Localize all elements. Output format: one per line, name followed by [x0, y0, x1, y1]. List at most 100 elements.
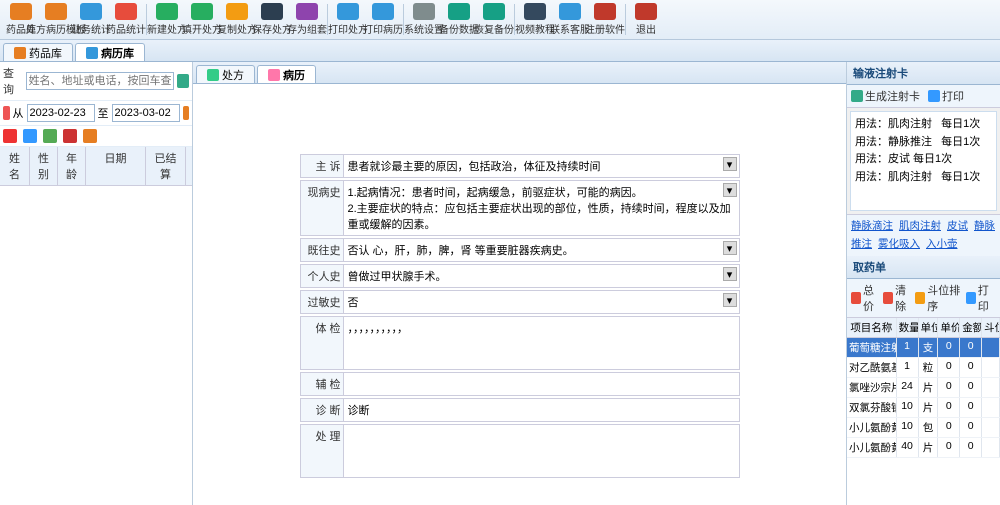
- biz-stats-label: 业务统计: [71, 21, 111, 36]
- contact-button[interactable]: 联系客服: [553, 2, 587, 37]
- personal-dropdown-icon[interactable]: ▾: [723, 267, 737, 281]
- sys-settings-label: 系统设置: [404, 21, 444, 36]
- save-rx-button[interactable]: 保存处方: [255, 2, 289, 37]
- print-card-button[interactable]: 打印: [928, 88, 964, 104]
- backup-button[interactable]: 备份数据: [442, 2, 476, 37]
- drug-header-5[interactable]: 斗位: [982, 318, 1000, 337]
- print-icon[interactable]: [83, 129, 97, 143]
- search-input[interactable]: [26, 72, 174, 90]
- drug-stats-button[interactable]: 药品统计: [109, 2, 143, 37]
- present-field[interactable]: 1.起病情况：患者时间，起病缓急，前驱症状，可能的病因。 2.主要症状的特点：应…: [344, 180, 740, 236]
- exam-field[interactable]: ，，，，，，，，，，: [344, 316, 740, 370]
- gen-card-button[interactable]: 生成注射卡: [851, 88, 920, 104]
- tab-rx[interactable]: 处方: [196, 65, 255, 83]
- register-button[interactable]: 注册软件: [588, 2, 622, 37]
- action-icon-row: [0, 126, 192, 147]
- list-header-1[interactable]: 性别: [30, 147, 58, 185]
- sum-button[interactable]: 总价: [851, 282, 881, 314]
- method-link[interactable]: 入小壶: [926, 238, 958, 250]
- copy-rx-button[interactable]: 复制处方: [220, 2, 254, 37]
- drug-row[interactable]: 葡萄糖注射液1支00: [847, 338, 1000, 358]
- register-label: 注册软件: [585, 21, 625, 36]
- print-record-label: 打印病历: [363, 21, 403, 36]
- date-to-label: 至: [98, 105, 109, 121]
- contact-label: 联系客服: [550, 21, 590, 36]
- personal-label: 个人史: [300, 264, 344, 288]
- method-link[interactable]: 肌肉注射: [899, 220, 941, 232]
- drug-header-2[interactable]: 单位: [919, 318, 939, 337]
- list-header-3[interactable]: 日期: [86, 147, 146, 185]
- tab-druglib-label: 药品库: [29, 45, 62, 61]
- main-toolbar: 药品库 处方病历模板 业务统计 药品统计 新建处方 填开处方 复制处方 保存处方…: [0, 0, 1000, 40]
- treat-label: 处 理: [300, 424, 344, 478]
- aux-field[interactable]: [344, 372, 740, 396]
- method-link[interactable]: 静脉滴注: [851, 220, 893, 232]
- print-list-button[interactable]: 打印: [966, 282, 996, 314]
- diag-field[interactable]: 诊断: [344, 398, 740, 422]
- tab-druglib[interactable]: 药品库: [3, 43, 73, 61]
- remove-icon[interactable]: [63, 129, 77, 143]
- save-group-button[interactable]: 存为组套: [290, 2, 324, 37]
- tab-druglib-icon: [14, 47, 26, 59]
- drug-row[interactable]: 小儿氨酚黄…40片00: [847, 438, 1000, 458]
- print-rx-button[interactable]: 打印处方: [331, 2, 365, 37]
- copy-icon[interactable]: [23, 129, 37, 143]
- calendar-from-icon[interactable]: [3, 106, 10, 120]
- past-dropdown-icon[interactable]: ▾: [723, 241, 737, 255]
- drug-row[interactable]: 氯唑沙宗片24片00: [847, 378, 1000, 398]
- print-rx-label: 打印处方: [328, 21, 368, 36]
- tab-recordlib-icon: [86, 47, 98, 59]
- tab-record[interactable]: 病历: [257, 65, 316, 83]
- injection-line: 用法：皮试 每日1次: [855, 151, 992, 169]
- new-rx-button[interactable]: 新建处方: [150, 2, 184, 37]
- drug-header-3[interactable]: 单价: [938, 318, 960, 337]
- restore-label: 恢复备份: [474, 21, 514, 36]
- print-record-button[interactable]: 打印病历: [366, 2, 400, 37]
- video-tutorial-button[interactable]: 视频教程: [518, 2, 552, 37]
- drug-row[interactable]: 对乙酰氨基…1粒00: [847, 358, 1000, 378]
- personal-field[interactable]: 曾做过甲状腺手术。▾: [344, 264, 740, 288]
- date-go-icon[interactable]: [183, 106, 190, 120]
- edit-rx-button[interactable]: 填开处方: [185, 2, 219, 37]
- drug-row[interactable]: 小儿氨酚黄…10包00: [847, 418, 1000, 438]
- sys-settings-button[interactable]: 系统设置: [407, 2, 441, 37]
- exit-button[interactable]: 退出: [629, 2, 663, 37]
- biz-stats-button[interactable]: 业务统计: [74, 2, 108, 37]
- left-panel: 查询 从 至 姓名性别年龄日期已结算: [0, 62, 193, 505]
- restore-button[interactable]: 恢复备份: [477, 2, 511, 37]
- main-tabbar: 药品库 病历库: [0, 40, 1000, 62]
- search-refresh-icon[interactable]: [177, 74, 189, 88]
- delete-icon[interactable]: [3, 129, 17, 143]
- aux-label: 辅 检: [300, 372, 344, 396]
- record-template-button[interactable]: 处方病历模板: [39, 2, 73, 37]
- list-header-2[interactable]: 年龄: [58, 147, 86, 185]
- injection-line: 用法：肌肉注射 每日1次: [855, 116, 992, 134]
- tab-recordlib[interactable]: 病历库: [75, 43, 145, 61]
- exam-label: 体 检: [300, 316, 344, 370]
- date-from-input[interactable]: [27, 104, 95, 122]
- method-link[interactable]: 皮试: [947, 220, 968, 232]
- chief-dropdown-icon[interactable]: ▾: [723, 157, 737, 171]
- present-dropdown-icon[interactable]: ▾: [723, 183, 737, 197]
- allergy-dropdown-icon[interactable]: ▾: [723, 293, 737, 307]
- chief-field[interactable]: 患者就诊最主要的原因，包括政治，体征及持续时间▾: [344, 154, 740, 178]
- past-field[interactable]: 否认 心，肝，肺，脾，肾 等重要脏器疾病史。▾: [344, 238, 740, 262]
- drug-list-title: 取药单: [847, 256, 1000, 279]
- drug-header-0[interactable]: 项目名称: [847, 318, 897, 337]
- patient-list-body[interactable]: [0, 186, 192, 505]
- sort-button[interactable]: 斗位排序: [915, 282, 964, 314]
- date-to-input[interactable]: [112, 104, 180, 122]
- clear-button[interactable]: 清除: [883, 282, 913, 314]
- list-header-4[interactable]: 已结算: [146, 147, 186, 185]
- treat-field[interactable]: [344, 424, 740, 478]
- allergy-field[interactable]: 否▾: [344, 290, 740, 314]
- tab-record-icon: [268, 69, 280, 81]
- copy-rx-label: 复制处方: [217, 21, 257, 36]
- export-icon[interactable]: [43, 129, 57, 143]
- method-link[interactable]: 雾化吸入: [878, 238, 920, 250]
- center-panel: 处方 病历 主 诉 患者就诊最主要的原因，包括政治，体征及持续时间▾ 现病史 1…: [193, 62, 846, 505]
- drug-row[interactable]: 双氯芬酸钠…10片00: [847, 398, 1000, 418]
- drug-header-1[interactable]: 数量: [897, 318, 919, 337]
- drug-header-4[interactable]: 金额: [960, 318, 982, 337]
- list-header-0[interactable]: 姓名: [0, 147, 30, 185]
